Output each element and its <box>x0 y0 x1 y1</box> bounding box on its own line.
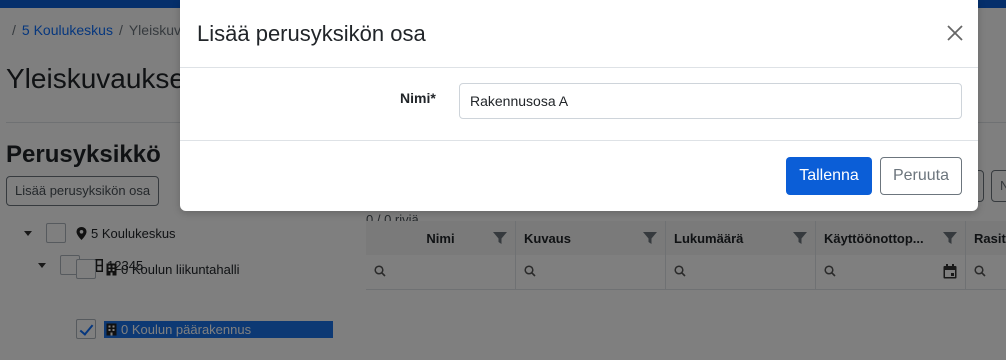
name-input[interactable] <box>459 83 962 119</box>
save-button[interactable]: Tallenna <box>786 157 872 195</box>
name-field-label: Nimi* <box>400 90 436 106</box>
modal-title: Lisää perusyksikön osa <box>197 21 426 46</box>
modal-body: Nimi* <box>180 68 978 141</box>
close-icon[interactable] <box>944 22 966 44</box>
add-unit-part-dialog: Lisää perusyksikön osa Nimi* Tallenna Pe… <box>180 0 978 211</box>
cancel-button[interactable]: Peruuta <box>880 157 962 195</box>
modal-header: Lisää perusyksikön osa <box>180 0 978 68</box>
